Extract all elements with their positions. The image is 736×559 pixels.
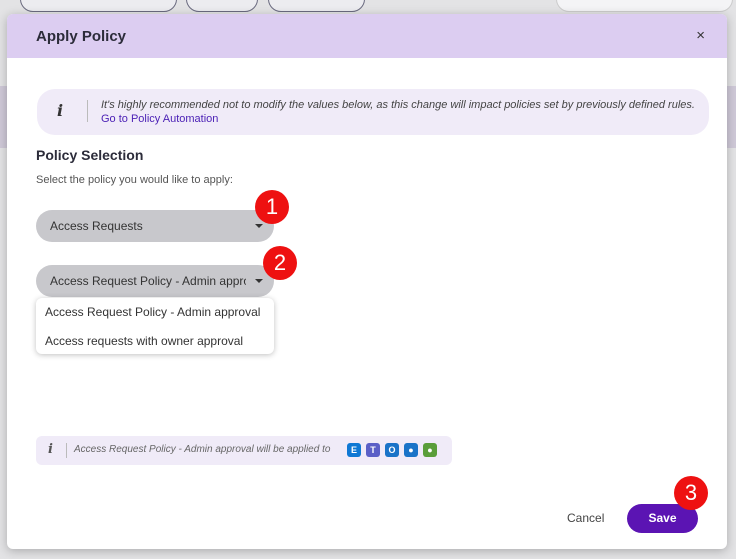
caret-down-icon: [255, 279, 263, 283]
section-subtitle: Select the policy you would like to appl…: [36, 174, 233, 186]
applied-to-note: i Access Request Policy - Admin approval…: [36, 436, 452, 465]
caret-down-icon: [255, 224, 263, 228]
group-icon: ●: [404, 443, 418, 457]
divider: [66, 443, 67, 458]
background-button: [20, 0, 177, 12]
category-select[interactable]: Access Requests: [36, 210, 274, 242]
step-badge-3: 3: [674, 476, 708, 510]
policy-option[interactable]: Access requests with owner approval: [45, 334, 243, 348]
section-title: Policy Selection: [36, 147, 144, 163]
policy-select-value: Access Request Policy - Admin approval: [50, 274, 246, 288]
info-icon: i: [48, 442, 53, 457]
policy-select[interactable]: Access Request Policy - Admin approval: [36, 265, 274, 297]
applied-to-text: Access Request Policy - Admin approval w…: [74, 444, 331, 455]
category-select-value: Access Requests: [50, 219, 143, 233]
apply-policy-dialog: Apply Policy × i It's highly recommended…: [7, 14, 727, 549]
exchange-icon: E: [347, 443, 361, 457]
users-icon: ●: [423, 443, 437, 457]
teams-icon: T: [366, 443, 380, 457]
dialog-header: Apply Policy ×: [7, 14, 727, 58]
step-badge-1: 1: [255, 190, 289, 224]
background-button: [186, 0, 258, 12]
policy-automation-link[interactable]: Go to Policy Automation: [101, 113, 218, 125]
outlook-icon: O: [385, 443, 399, 457]
cancel-button[interactable]: Cancel: [567, 511, 604, 525]
policy-dropdown-menu: Access Request Policy - Admin approval A…: [36, 298, 274, 354]
info-banner-text: It's highly recommended not to modify th…: [101, 98, 701, 126]
info-banner-message: It's highly recommended not to modify th…: [101, 99, 695, 111]
divider: [87, 100, 88, 122]
dialog-title: Apply Policy: [36, 28, 127, 45]
info-icon: i: [57, 101, 64, 120]
close-icon[interactable]: ×: [696, 27, 705, 44]
info-banner: i It's highly recommended not to modify …: [37, 89, 709, 135]
policy-option[interactable]: Access Request Policy - Admin approval: [45, 305, 260, 319]
step-badge-2: 2: [263, 246, 297, 280]
background-button: [556, 0, 733, 12]
background-button: [268, 0, 365, 12]
